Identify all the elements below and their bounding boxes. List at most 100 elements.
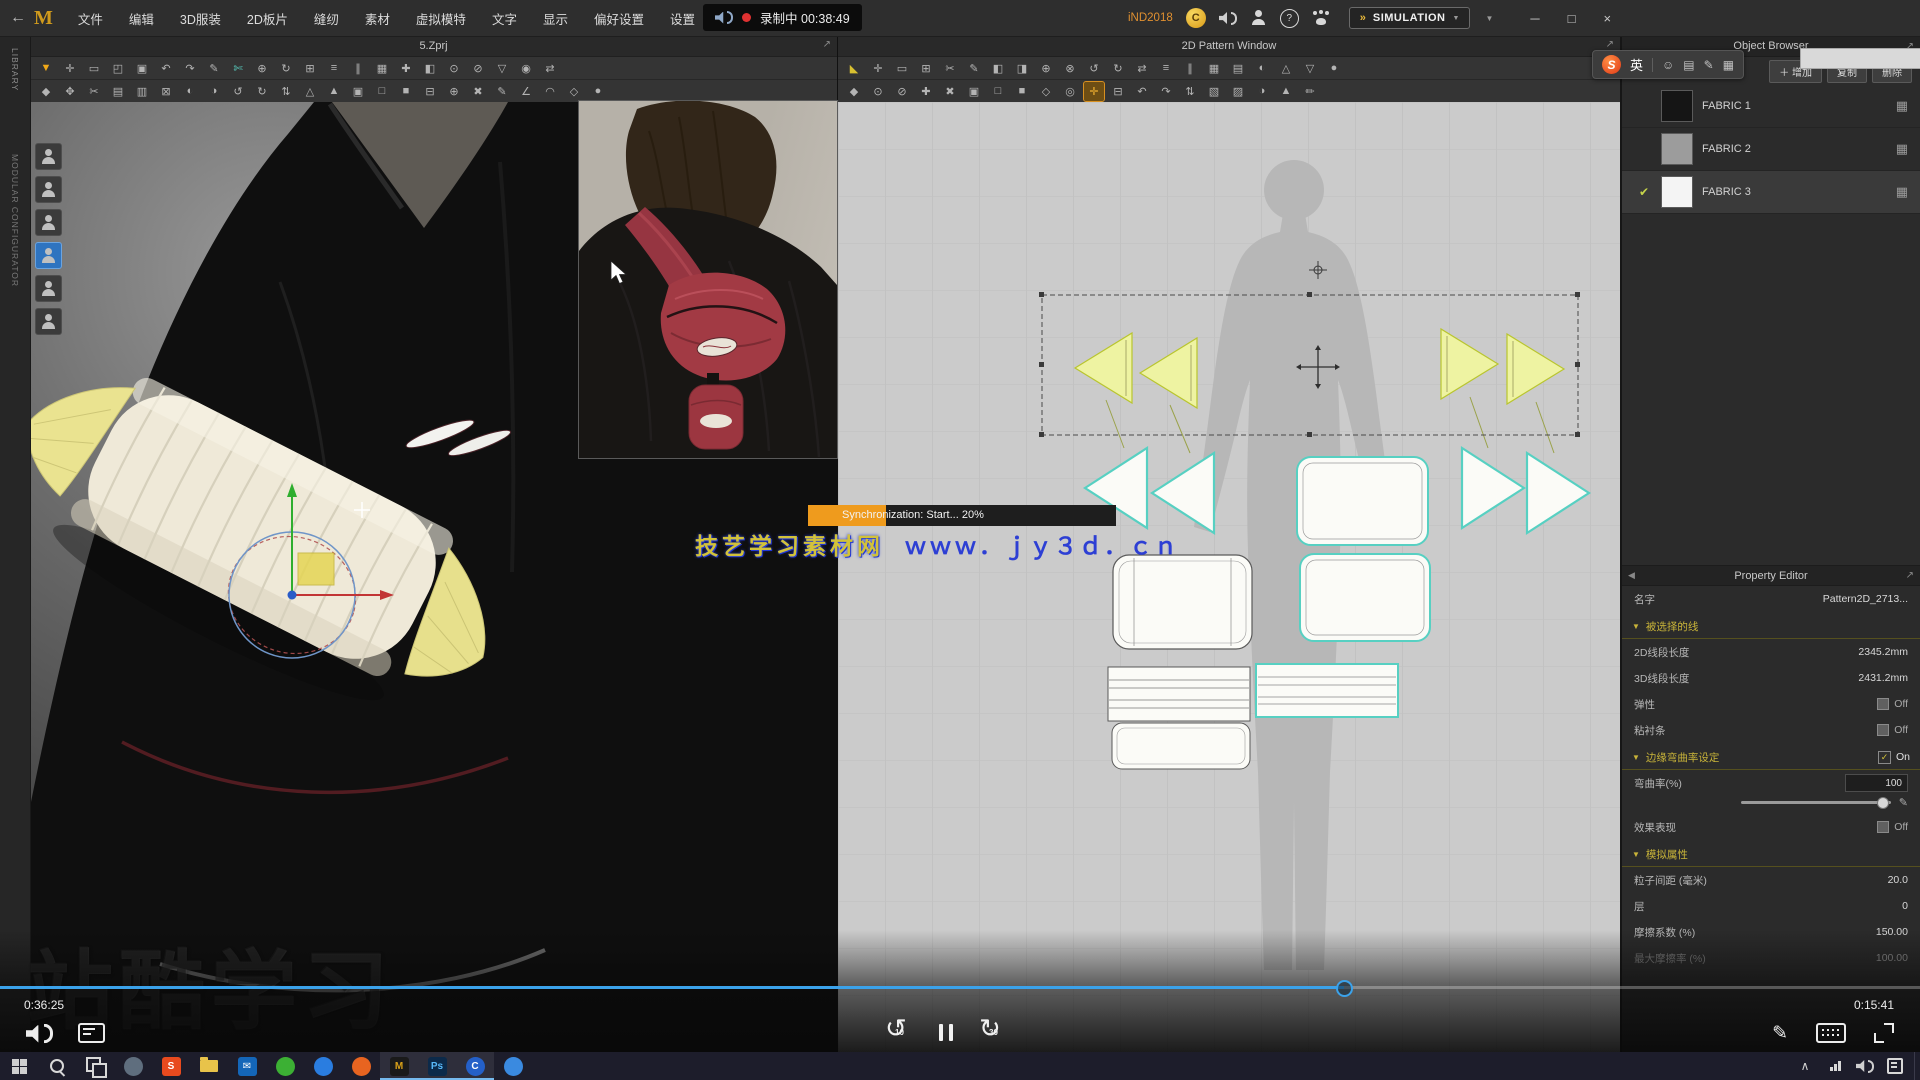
toolbar-icon[interactable]: ↷	[180, 59, 200, 78]
toolbar-icon[interactable]: ⊗	[1060, 59, 1080, 78]
browser-icon[interactable]	[494, 1052, 532, 1080]
toolbar-icon[interactable]: ↺	[1084, 59, 1104, 78]
keyboard-shortcuts-button[interactable]	[1816, 1023, 1846, 1043]
section-selected-line[interactable]: ▼被选择的线	[1622, 614, 1920, 639]
toolbar-icon[interactable]: ↻	[252, 82, 272, 101]
toolbar-icon[interactable]: ◑	[204, 82, 224, 101]
toolbar-icon[interactable]: ▲	[1276, 82, 1296, 101]
mail-icon[interactable]: ✉	[228, 1052, 266, 1080]
task-view-icon[interactable]	[76, 1052, 114, 1080]
toolbar-icon[interactable]: ⊟	[420, 82, 440, 101]
toolbar-icon[interactable]: ▼	[36, 59, 56, 78]
notes-pencil-button[interactable]: ✎	[1772, 1022, 1788, 1045]
toolbar-icon[interactable]: ✖	[468, 82, 488, 101]
toolbar-icon[interactable]: ⊕	[1036, 59, 1056, 78]
toolbar-icon[interactable]: ◨	[1012, 59, 1032, 78]
menu-3d-garment[interactable]: 3D服装	[167, 9, 234, 28]
maximize-button[interactable]: □	[1568, 11, 1576, 26]
toolbar-icon[interactable]: ▽	[1300, 59, 1320, 78]
paw-icon[interactable]	[1312, 10, 1330, 26]
toolbar-icon[interactable]: ◐	[180, 82, 200, 101]
toolbox-icon[interactable]: ▦	[1723, 58, 1734, 72]
toolbar-icon[interactable]: ●	[1324, 59, 1344, 78]
toolbar-icon[interactable]: ◣	[844, 59, 864, 78]
keyboard-icon[interactable]: ▤	[1683, 58, 1694, 72]
show-desktop-button[interactable]	[1914, 1052, 1920, 1080]
rewind-10-button[interactable]: ↺ 10	[885, 1018, 913, 1046]
collapse-arrow-icon[interactable]: ◀	[1628, 570, 1635, 581]
popout-icon[interactable]: ↗	[823, 39, 831, 50]
toolbar-icon[interactable]: ✎	[964, 59, 984, 78]
toolbar-icon[interactable]: ▣	[348, 82, 368, 101]
toolbar-icon[interactable]: ▦	[1204, 59, 1224, 78]
danmaku-button[interactable]	[78, 1023, 105, 1043]
toolbar-icon[interactable]: ≡	[324, 59, 344, 78]
toolbar-icon[interactable]: ⊟	[1108, 82, 1128, 101]
toolbar-icon[interactable]: ◎	[1060, 82, 1080, 101]
toolbar-icon[interactable]: ■	[396, 82, 416, 101]
toolbar-icon[interactable]: ⊘	[468, 59, 488, 78]
toolbar-icon[interactable]: ✛	[868, 59, 888, 78]
2d-window-titlebar[interactable]: 2D Pattern Window ↗	[838, 36, 1620, 57]
fabric-texture-icon[interactable]: ▦	[1896, 141, 1908, 157]
toolbar-icon[interactable]: ∠	[516, 82, 536, 101]
file-explorer-icon[interactable]	[190, 1052, 228, 1080]
toolbar-icon[interactable]: ↶	[156, 59, 176, 78]
toolbar-icon[interactable]: ◰	[108, 59, 128, 78]
toolbar-icon[interactable]: ◐	[1252, 59, 1272, 78]
progress-handle[interactable]	[1336, 980, 1353, 997]
minimize-button[interactable]: ─	[1530, 11, 1539, 26]
back-arrow-icon[interactable]: ←	[10, 9, 26, 27]
sogou-icon[interactable]: S	[152, 1052, 190, 1080]
toolbar-icon[interactable]: ✛	[1084, 82, 1104, 101]
toolbar-icon[interactable]: ▭	[892, 59, 912, 78]
section-edge-curvature[interactable]: ▼边缘弯曲率设定 ✓On	[1622, 745, 1920, 770]
toolbar-icon[interactable]: ▧	[1204, 82, 1224, 101]
action-center-icon[interactable]	[1880, 1052, 1910, 1080]
progress-bar[interactable]	[0, 986, 1920, 989]
photoshop-icon[interactable]: Ps	[418, 1052, 456, 1080]
menu-display[interactable]: 显示	[530, 9, 581, 28]
2d-pattern-canvas[interactable]	[838, 102, 1620, 1052]
toolbar-icon[interactable]: ⊙	[868, 82, 888, 101]
toolbar-icon[interactable]: ▣	[964, 82, 984, 101]
property-value[interactable]: Pattern2D_2713...	[1823, 593, 1908, 605]
toolbar-icon[interactable]: ∥	[348, 59, 368, 78]
toolbar-icon[interactable]: ⇅	[1180, 82, 1200, 101]
wechat-icon[interactable]	[266, 1052, 304, 1080]
fabric-texture-icon[interactable]: ▦	[1896, 98, 1908, 114]
toolbar-icon[interactable]: ◠	[540, 82, 560, 101]
toolbar-icon[interactable]: ■	[1012, 82, 1032, 101]
toolbar-icon[interactable]: ◆	[36, 82, 56, 101]
toolbar-icon[interactable]: ▽	[492, 59, 512, 78]
toolbar-icon[interactable]: ✚	[916, 82, 936, 101]
toolbar-icon[interactable]: ⊘	[892, 82, 912, 101]
fabric-row-selected[interactable]: ✔ FABRIC 3 ▦	[1622, 171, 1920, 214]
smiley-icon[interactable]: ☺	[1662, 58, 1674, 72]
avatar-preset-button-active[interactable]	[35, 242, 62, 269]
ime-mode-indicator[interactable]: 英	[1630, 55, 1643, 74]
toolbar-icon[interactable]: ◇	[564, 82, 584, 101]
tray-expand-icon[interactable]: ∧	[1790, 1052, 1820, 1080]
toolbar-icon[interactable]: ◇	[1036, 82, 1056, 101]
toolbar-icon[interactable]: ✏	[1300, 82, 1320, 101]
toolbar-icon[interactable]: ◧	[988, 59, 1008, 78]
toolbar-icon[interactable]: ⊞	[916, 59, 936, 78]
close-button[interactable]: ×	[1603, 11, 1611, 26]
toolbar-icon[interactable]: ✂	[84, 82, 104, 101]
toolbar-icon[interactable]: ▤	[1228, 59, 1248, 78]
toolbar-icon[interactable]: △	[300, 82, 320, 101]
menu-preferences[interactable]: 偏好设置	[581, 9, 657, 28]
menu-edit[interactable]: 编辑	[116, 9, 167, 28]
avatar-preset-button[interactable]	[35, 143, 62, 170]
menu-material[interactable]: 素材	[352, 9, 403, 28]
toolbar-icon[interactable]: ▤	[108, 82, 128, 101]
toolbar-icon[interactable]: ⊕	[252, 59, 272, 78]
menu-sewing[interactable]: 缝纫	[301, 9, 352, 28]
section-simulation-properties[interactable]: ▼模拟属性	[1622, 842, 1920, 867]
toolbar-icon[interactable]: ▨	[1228, 82, 1248, 101]
3d-window-titlebar[interactable]: 5.Zprj ↗	[30, 36, 837, 57]
toolbar-icon[interactable]: ●	[588, 82, 608, 101]
toolbar-icon[interactable]: ✂	[940, 59, 960, 78]
toolbar-icon[interactable]: ▭	[84, 59, 104, 78]
